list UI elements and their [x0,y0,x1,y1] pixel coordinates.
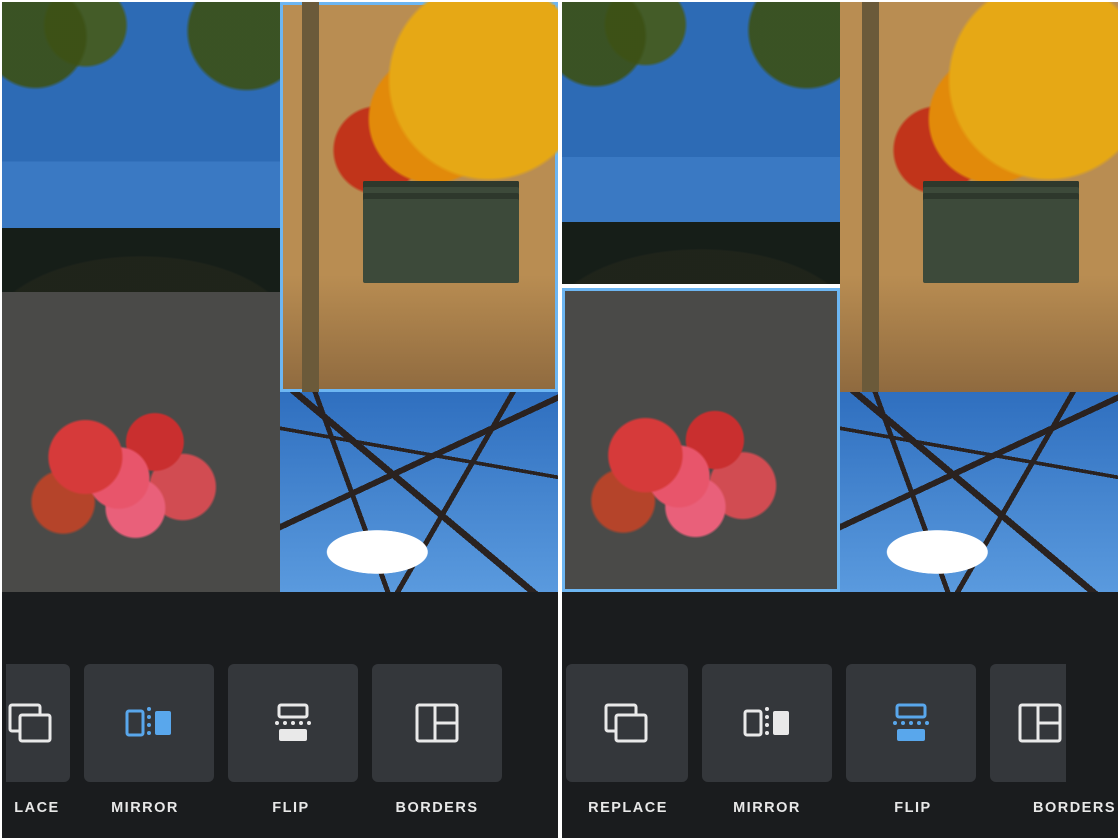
tool-tiles [2,664,558,782]
screen-right: REPLACE MIRROR FLIP BORDERS [562,2,1118,838]
label-flip: FLIP [218,800,364,830]
comparison-stage: LACE MIRROR FLIP BORDERS [0,0,1120,840]
collage-slot-top-left[interactable] [2,2,280,292]
label-replace: REPLACE [562,800,694,830]
mirror-icon [121,701,177,745]
collage-slot-bottom-left[interactable] [2,292,280,592]
replace-icon [602,701,652,745]
borders-icon [1016,701,1064,745]
label-mirror: MIRROR [72,800,218,830]
mirror-icon [739,701,795,745]
tool-replace[interactable] [6,664,70,782]
label-borders: BORDERS [986,800,1118,830]
label-replace: LACE [2,800,72,830]
tool-borders[interactable] [990,664,1066,782]
flip-icon [883,701,939,745]
label-mirror: MIRROR [694,800,840,830]
collage-canvas[interactable] [2,2,558,592]
tool-labels: LACE MIRROR FLIP BORDERS [2,800,558,830]
resize-handle-left-icon[interactable] [280,158,283,238]
tool-mirror[interactable] [84,664,214,782]
collage-canvas[interactable] [562,2,1118,592]
tool-borders[interactable] [372,664,502,782]
tool-flip[interactable] [846,664,976,782]
label-borders: BORDERS [364,800,510,830]
tool-flip[interactable] [228,664,358,782]
collage-slot-top-right[interactable] [840,2,1118,392]
tool-replace[interactable] [566,664,688,782]
collage-slot-bottom-right[interactable] [840,392,1118,592]
label-flip: FLIP [840,800,986,830]
tool-labels: REPLACE MIRROR FLIP BORDERS [562,800,1118,830]
resize-handle-top-icon[interactable] [657,288,747,291]
collage-slot-bottom-left[interactable] [562,288,840,592]
borders-icon [413,701,461,745]
tool-mirror[interactable] [702,664,832,782]
edit-toolbar: LACE MIRROR FLIP BORDERS [2,592,558,838]
tool-tiles [562,664,1118,782]
collage-slot-top-right[interactable] [280,2,558,392]
collage-slot-top-left[interactable] [562,2,840,284]
replace-icon [6,701,56,745]
flip-icon [265,701,321,745]
edit-toolbar: REPLACE MIRROR FLIP BORDERS [562,592,1118,838]
screen-left: LACE MIRROR FLIP BORDERS [2,2,558,838]
collage-slot-bottom-right[interactable] [280,392,558,592]
